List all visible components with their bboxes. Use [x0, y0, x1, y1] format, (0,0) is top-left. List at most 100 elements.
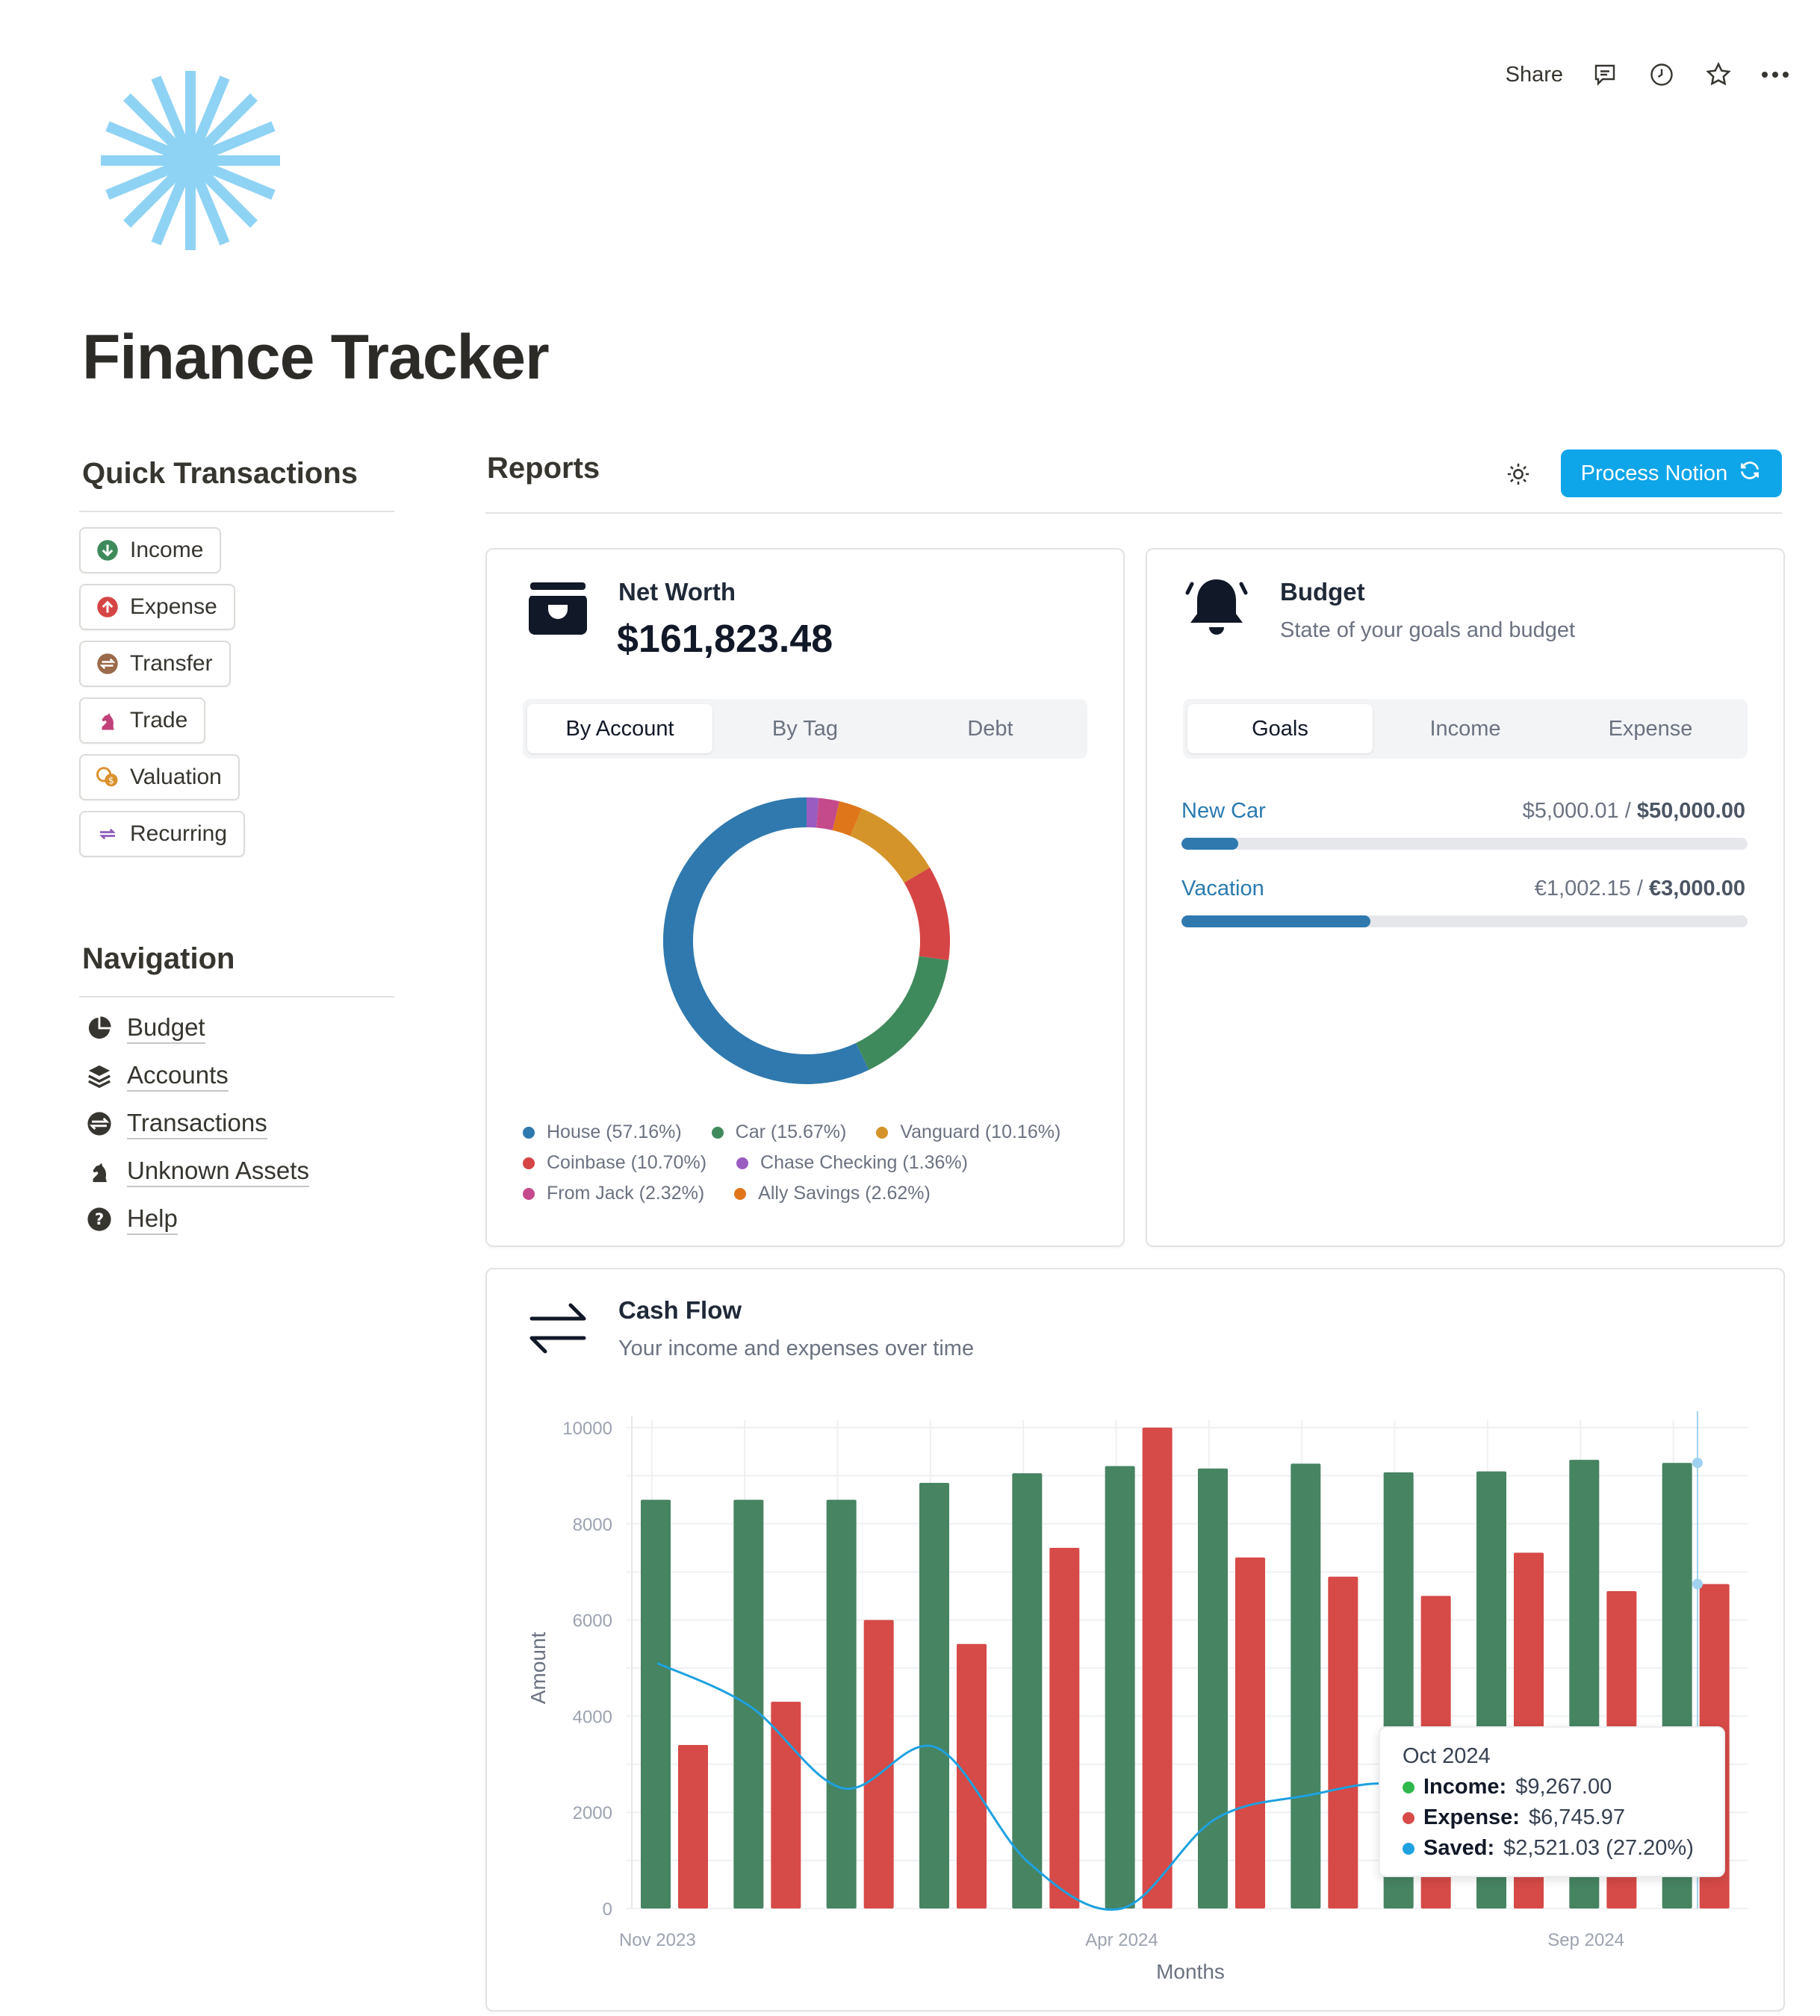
budget-title: Budget — [1280, 578, 1365, 606]
nav-unknown-assets[interactable]: Unknown Assets — [85, 1156, 309, 1187]
hover-marker — [1692, 1578, 1703, 1590]
donut-slice[interactable] — [832, 801, 863, 836]
svg-text:?: ? — [95, 1210, 104, 1229]
donut-slice[interactable] — [855, 956, 949, 1070]
expense-bar[interactable] — [1049, 1548, 1080, 1908]
income-bar[interactable] — [641, 1499, 671, 1908]
goal-progress-fill — [1181, 915, 1371, 927]
income-bar[interactable] — [1291, 1463, 1321, 1908]
expense-bar[interactable] — [1142, 1428, 1173, 1908]
transfer-button[interactable]: Transfer — [79, 641, 231, 687]
bell-icon — [1184, 573, 1249, 646]
wallet-icon — [527, 579, 588, 641]
tooltip-saved-value: $2,521.03 (27.20%) — [1503, 1836, 1694, 1860]
nav-accounts[interactable]: Accounts — [85, 1060, 229, 1092]
goal-progress-bar — [1181, 915, 1748, 927]
expense-label: Expense — [130, 594, 217, 619]
x-tick-label: Nov 2023 — [619, 1930, 696, 1950]
goal-progress-bar — [1181, 838, 1748, 850]
pie-chart-icon — [85, 1014, 114, 1042]
cash-flow-chart: 0 2000 4000 6000 8000 10000 Nov 2023 Apr 2024 Se… — [527, 1411, 1748, 1979]
expense-bar[interactable] — [957, 1643, 987, 1908]
hover-marker — [1692, 1457, 1703, 1469]
y-tick-label: 2000 — [573, 1803, 612, 1823]
x-axis-title: Months — [1156, 1960, 1225, 1979]
income-button[interactable]: Income — [79, 527, 222, 573]
sun-icon[interactable] — [1506, 461, 1531, 491]
goal-progress-fill — [1181, 838, 1238, 850]
divider — [79, 996, 394, 998]
transfer-icon — [96, 652, 119, 676]
valuation-button[interactable]: $ Valuation — [79, 754, 240, 800]
y-tick-label: 10000 — [562, 1419, 612, 1439]
income-bar[interactable] — [1105, 1466, 1135, 1908]
legend-label: From Jack (2.32%) — [547, 1183, 705, 1204]
legend-label: Ally Savings (2.62%) — [758, 1183, 931, 1204]
trade-button[interactable]: Trade — [79, 697, 206, 744]
share-button[interactable]: Share — [1506, 63, 1563, 87]
history-icon[interactable] — [1647, 60, 1677, 90]
nav-accounts-label: Accounts — [127, 1060, 229, 1092]
income-bar[interactable] — [919, 1483, 949, 1908]
trade-label: Trade — [130, 708, 188, 732]
layers-icon — [85, 1062, 114, 1090]
expense-bar[interactable] — [678, 1745, 708, 1908]
tab-by-tag[interactable]: By Tag — [712, 704, 898, 753]
comment-icon[interactable] — [1590, 60, 1620, 90]
legend-item: Car (15.67%) — [711, 1121, 846, 1143]
star-icon[interactable] — [1703, 60, 1733, 90]
expense-bar[interactable] — [863, 1620, 894, 1908]
expense-bar[interactable] — [1235, 1557, 1265, 1908]
nav-help-label: Help — [127, 1204, 178, 1235]
donut-slice[interactable] — [806, 797, 819, 828]
donut-slice[interactable] — [904, 867, 950, 961]
tab-debt[interactable]: Debt — [898, 704, 1083, 753]
income-bar[interactable] — [826, 1499, 857, 1908]
donut-slice[interactable] — [816, 797, 840, 831]
legend-row: From Jack (2.32%) Ally Savings (2.62%) — [523, 1183, 931, 1204]
chess-knight-icon — [96, 709, 119, 732]
expense-bar[interactable] — [771, 1702, 801, 1908]
expense-button[interactable]: Expense — [79, 584, 235, 630]
nav-help[interactable]: ? Help — [85, 1204, 178, 1235]
tooltip-expense-label: Expense: — [1423, 1805, 1520, 1829]
net-worth-value: $161,823.48 — [617, 617, 833, 661]
tooltip-expense-value: $6,745.97 — [1528, 1805, 1625, 1829]
more-icon[interactable] — [1760, 60, 1790, 90]
y-axis-title: Amount — [527, 1632, 550, 1705]
nav-transactions-label: Transactions — [127, 1108, 267, 1139]
tab-expense[interactable]: Expense — [1558, 704, 1743, 753]
income-bar[interactable] — [1198, 1468, 1228, 1908]
process-notion-button[interactable]: Process Notion — [1561, 449, 1782, 497]
chart-tooltip: Oct 2024 Income: $9,267.00 Expense: $6,745… — [1379, 1726, 1725, 1877]
tooltip-saved-label: Saved: — [1423, 1836, 1495, 1860]
tooltip-saved-row: Saved: $2,521.03 (27.20%) — [1403, 1836, 1701, 1861]
x-tick-label: Sep 2024 — [1547, 1930, 1624, 1950]
legend-item: From Jack (2.32%) — [523, 1183, 704, 1204]
goal-name: Vacation — [1181, 877, 1264, 900]
x-tick-label: Apr 2024 — [1085, 1930, 1158, 1950]
income-bar[interactable] — [1012, 1473, 1043, 1908]
legend-label: House (57.16%) — [547, 1121, 682, 1142]
net-worth-donut-chart — [663, 797, 950, 1084]
expense-bar[interactable] — [1328, 1576, 1358, 1908]
tab-goals[interactable]: Goals — [1187, 704, 1373, 753]
tooltip-income-value: $9,267.00 — [1515, 1775, 1612, 1799]
nav-transactions[interactable]: Transactions — [85, 1108, 267, 1139]
process-notion-label: Process Notion — [1580, 461, 1728, 485]
nav-budget-label: Budget — [127, 1012, 205, 1044]
y-tick-label: 8000 — [573, 1515, 612, 1535]
arrow-up-circle-icon — [96, 595, 119, 619]
tab-by-account[interactable]: By Account — [527, 704, 712, 753]
goal-name: New Car — [1181, 799, 1266, 823]
reports-title: Reports — [487, 452, 600, 485]
recurring-label: Recurring — [130, 821, 228, 846]
nav-budget[interactable]: Budget — [85, 1012, 205, 1044]
recurring-button[interactable]: Recurring — [79, 811, 246, 857]
swap-arrows-icon — [527, 1299, 588, 1361]
donut-slice[interactable] — [663, 797, 869, 1084]
legend-label: Vanguard (10.16%) — [900, 1121, 1061, 1142]
repeat-icon — [96, 822, 119, 846]
donut-slice[interactable] — [850, 808, 931, 883]
tab-income[interactable]: Income — [1373, 704, 1558, 753]
